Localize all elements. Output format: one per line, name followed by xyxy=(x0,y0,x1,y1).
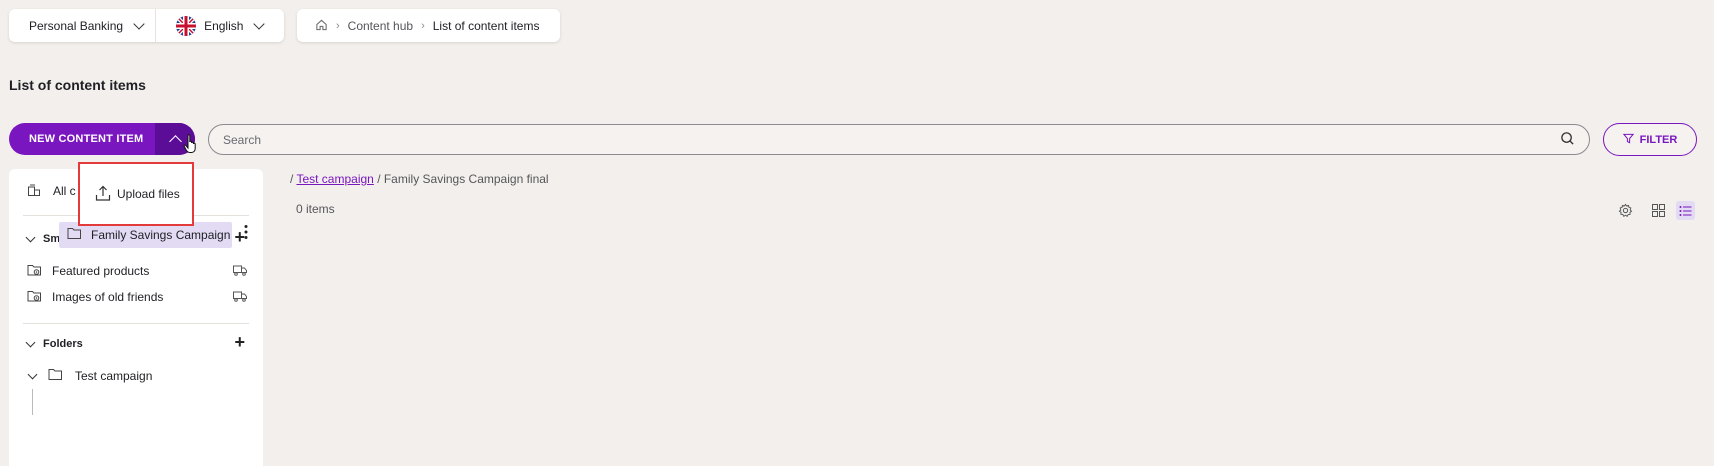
folder-label: Family Savings Campaign final xyxy=(91,228,232,242)
folder-path: / Test campaign / Family Savings Campaig… xyxy=(290,172,549,186)
home-icon[interactable] xyxy=(315,18,328,34)
search-icon[interactable] xyxy=(1560,131,1575,149)
chevron-up-icon xyxy=(168,135,182,148)
breadcrumb-separator: › xyxy=(336,19,340,32)
new-content-item-split-button: NEW CONTENT ITEM xyxy=(9,123,195,155)
grid-view-icon[interactable] xyxy=(1649,201,1668,220)
upload-files-menu-item[interactable]: Upload files xyxy=(117,187,180,201)
hand-cursor-icon xyxy=(183,134,199,157)
smart-folder-label: Images of old friends xyxy=(52,290,164,304)
smart-folder-item[interactable]: Images of old friends xyxy=(27,289,263,305)
smart-folder-icon xyxy=(27,289,42,306)
uk-flag-icon xyxy=(176,15,197,36)
all-items-icon xyxy=(27,183,41,200)
page-title: List of content items xyxy=(9,77,146,93)
chevron-down-icon xyxy=(25,337,36,347)
chevron-down-icon xyxy=(25,232,36,242)
path-link-test-campaign[interactable]: Test campaign xyxy=(296,172,373,186)
breadcrumb: › Content hub › List of content items xyxy=(297,9,560,42)
truck-icon xyxy=(233,265,247,279)
upload-icon xyxy=(95,184,111,205)
smart-folder-item[interactable]: Featured products xyxy=(27,263,263,279)
path-prefix: / xyxy=(290,172,294,186)
folders-title: Folders xyxy=(43,338,83,350)
truck-icon xyxy=(233,291,247,305)
site-selector-label: Personal Banking xyxy=(29,18,124,33)
divider xyxy=(23,323,249,324)
folder-label: Test campaign xyxy=(75,369,153,383)
new-content-item-button[interactable]: NEW CONTENT ITEM xyxy=(9,123,155,155)
search-input[interactable] xyxy=(223,132,1560,147)
list-view-icon[interactable] xyxy=(1676,201,1695,220)
search-box xyxy=(208,124,1590,155)
breadcrumb-item-current: List of content items xyxy=(432,18,540,33)
breadcrumb-item-content-hub[interactable]: Content hub xyxy=(348,19,413,33)
chevron-down-icon xyxy=(253,17,266,30)
item-count: 0 items xyxy=(296,202,335,216)
folder-icon xyxy=(67,227,82,243)
language-selector-label: English xyxy=(204,18,244,33)
site-selector[interactable]: Personal Banking xyxy=(9,9,155,42)
folder-item-test-campaign[interactable]: Test campaign xyxy=(27,368,263,384)
filter-button-label: FILTER xyxy=(1639,133,1678,146)
filter-button[interactable]: FILTER xyxy=(1603,123,1697,156)
folder-icon xyxy=(48,368,63,384)
sidebar-item-all-label: All c xyxy=(53,184,76,198)
path-current: / Family Savings Campaign final xyxy=(377,172,549,186)
tree-line xyxy=(32,389,33,415)
new-item-dropdown-menu: Upload files xyxy=(78,162,194,226)
folders-header[interactable]: Folders xyxy=(25,336,263,352)
language-selector[interactable]: English xyxy=(155,9,275,42)
chevron-down-icon xyxy=(133,17,145,30)
smart-folder-label: Featured products xyxy=(52,264,150,278)
smart-folder-icon xyxy=(27,263,42,280)
add-folder-plus-icon[interactable]: + xyxy=(234,333,245,351)
breadcrumb-separator: › xyxy=(421,19,425,32)
context-selectors: Personal Banking English xyxy=(9,9,284,42)
settings-icon[interactable] xyxy=(1616,201,1635,220)
kebab-icon[interactable] xyxy=(244,224,248,243)
filter-icon xyxy=(1622,133,1634,147)
chevron-down-icon xyxy=(27,369,38,379)
